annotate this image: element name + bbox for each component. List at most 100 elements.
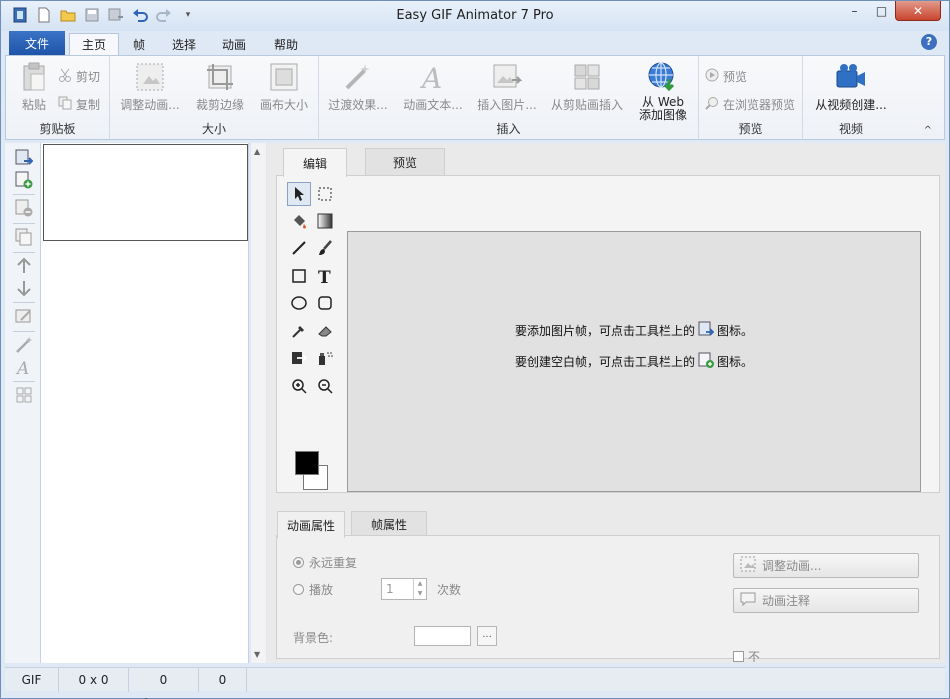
help-icon[interactable]: ? <box>921 34 937 50</box>
browser-preview-button[interactable]: 在浏览器预览 <box>705 96 795 113</box>
duplicate-frame-icon[interactable] <box>14 227 34 247</box>
tab-help[interactable]: 帮助 <box>265 33 307 55</box>
rect-select-tool-icon[interactable] <box>313 182 337 206</box>
add-blank-frame-icon[interactable] <box>14 170 34 190</box>
rounded-rect-tool-icon[interactable] <box>313 291 337 315</box>
animated-text-button[interactable]: A 动画文本... <box>401 60 465 113</box>
tab-home[interactable]: 主页 <box>69 33 119 55</box>
main-editor-area: 编辑 预览 T 要添加图片帧，可点击工具栏上的 图标。 要创建空白帧，可点击工具… <box>267 143 945 663</box>
magic-wand-icon <box>342 60 374 94</box>
repeat-forever-option[interactable]: 永远重复 <box>293 554 357 571</box>
tab-edit[interactable]: 编辑 <box>283 148 347 177</box>
zoom-in-icon[interactable] <box>287 374 311 398</box>
tab-file[interactable]: 文件 <box>9 31 65 55</box>
tab-preview[interactable]: 预览 <box>365 148 445 176</box>
eyedropper-tool-icon[interactable] <box>287 319 311 343</box>
paste-button[interactable]: 粘贴 <box>14 60 54 113</box>
move-down-icon[interactable] <box>14 278 34 298</box>
text-tool-icon[interactable]: T <box>313 264 337 288</box>
background-color-picker-button[interactable]: ... <box>477 626 497 646</box>
fill-bucket-icon[interactable] <box>287 209 311 233</box>
resize-animation-button-2[interactable]: 调整动画... <box>733 553 919 578</box>
transition-label: 过渡效果... <box>328 98 388 112</box>
minimize-button[interactable]: – <box>841 1 868 21</box>
gradient-tool-icon[interactable] <box>313 209 337 233</box>
insert-clipart-button[interactable]: 从剪贴画插入 <box>549 60 625 113</box>
preview-label: 预览 <box>723 70 748 84</box>
pointer-tool-icon[interactable] <box>287 182 311 206</box>
browser-search-icon <box>705 96 719 113</box>
repeat-forever-radio[interactable] <box>293 557 304 568</box>
resize-icon <box>740 556 756 575</box>
move-up-icon[interactable] <box>14 256 34 276</box>
resize-animation-button[interactable]: 调整动画... <box>120 60 180 113</box>
tab-frame[interactable]: 帧 <box>123 33 155 55</box>
add-blank-frame-icon <box>698 352 714 371</box>
video-group-label: 视频 <box>838 122 863 136</box>
tab-frame-properties[interactable]: 帧属性 <box>351 511 427 537</box>
hint-blank-frame-text: 要创建空白帧，可点击工具栏上的 <box>514 355 695 369</box>
add-from-web-button[interactable]: 从 Web 添加图像 <box>635 60 691 122</box>
crop-icon <box>204 60 236 94</box>
play-radio[interactable] <box>293 584 304 595</box>
size-group-label: 大小 <box>201 122 226 136</box>
collapse-ribbon-icon[interactable]: ^ <box>924 125 932 136</box>
create-from-video-button[interactable]: 从视频创建... <box>809 60 893 113</box>
maximize-button[interactable]: □ <box>868 1 895 21</box>
background-color-box[interactable] <box>414 626 471 646</box>
grid-icon[interactable] <box>14 385 34 405</box>
preview-button[interactable]: 预览 <box>705 68 747 85</box>
option-checkbox-label: 不 <box>748 650 761 662</box>
zoom-out-icon[interactable] <box>313 374 337 398</box>
tab-animation[interactable]: 动画 <box>213 33 255 55</box>
spray-tool-icon[interactable] <box>313 346 337 370</box>
canvas-size-label: 画布大小 <box>259 98 308 112</box>
resize-animation-label: 调整动画... <box>762 559 822 573</box>
comment-icon <box>740 591 756 610</box>
crop-edges-button[interactable]: 裁剪边缘 <box>194 60 246 113</box>
transition-button[interactable]: 过渡效果... <box>327 60 389 113</box>
frame-list-panel[interactable] <box>41 143 249 663</box>
animation-properties-panel: 永远重复 播放 1 ▲ ▼ 次数 背景色: ... 调整动画... 动画注释 不 <box>276 535 940 662</box>
canvas-size-button[interactable]: 画布大小 <box>258 60 310 113</box>
edit-frame-icon[interactable] <box>14 306 34 326</box>
delete-frame-icon[interactable] <box>14 198 34 218</box>
tab-animation-properties[interactable]: 动画属性 <box>277 511 345 538</box>
copy-button[interactable]: 复制 <box>58 96 100 113</box>
line-tool-icon[interactable] <box>287 236 311 260</box>
frame-list-scrollbar[interactable]: ▲ ▼ <box>251 143 266 663</box>
insert-arrow-tool-icon[interactable] <box>287 346 311 370</box>
option-checkbox[interactable] <box>733 651 744 662</box>
stepper-arrows-icon[interactable]: ▲ ▼ <box>413 579 426 599</box>
canvas-area[interactable]: 要添加图片帧，可点击工具栏上的 图标。 要创建空白帧，可点击工具栏上的 图标。 <box>347 231 921 492</box>
effects-wand-icon[interactable] <box>14 335 34 355</box>
add-image-frame-icon[interactable] <box>14 148 34 168</box>
eraser-tool-icon[interactable] <box>313 319 337 343</box>
close-button[interactable]: ✕ <box>895 1 941 21</box>
tab-select[interactable]: 选择 <box>163 33 205 55</box>
toolbar-divider <box>13 381 35 382</box>
rectangle-tool-icon[interactable] <box>287 264 311 288</box>
cut-label: 剪切 <box>76 70 101 84</box>
foreground-color-swatch[interactable] <box>295 451 319 475</box>
create-from-video-label: 从视频创建... <box>815 98 887 112</box>
scroll-up-icon[interactable]: ▲ <box>254 147 260 156</box>
clipboard-group-label: 剪贴板 <box>39 122 76 136</box>
times-label: 次数 <box>437 583 462 597</box>
insert-image-button[interactable]: 插入图片... <box>475 60 539 113</box>
toolbar-divider <box>13 331 35 332</box>
play-count-stepper[interactable]: 1 ▲ ▼ <box>381 578 427 600</box>
play-option[interactable]: 播放 <box>293 581 333 598</box>
toolbar-divider <box>13 252 35 253</box>
scroll-down-icon[interactable]: ▼ <box>254 650 260 659</box>
animation-comment-button[interactable]: 动画注释 <box>733 588 919 613</box>
ellipse-tool-icon[interactable] <box>287 291 311 315</box>
status-bar: GIF 89a 0 x 0 0 frames 0 sec <box>5 667 945 699</box>
brush-tool-icon[interactable] <box>313 236 337 260</box>
text-icon[interactable]: A <box>14 357 34 377</box>
video-group: 从视频创建... 视频 <box>803 56 899 139</box>
globe-icon <box>647 60 679 94</box>
cut-button[interactable]: 剪切 <box>58 68 100 85</box>
animation-comment-label: 动画注释 <box>762 594 811 608</box>
frame-thumbnail-slot[interactable] <box>43 144 248 241</box>
